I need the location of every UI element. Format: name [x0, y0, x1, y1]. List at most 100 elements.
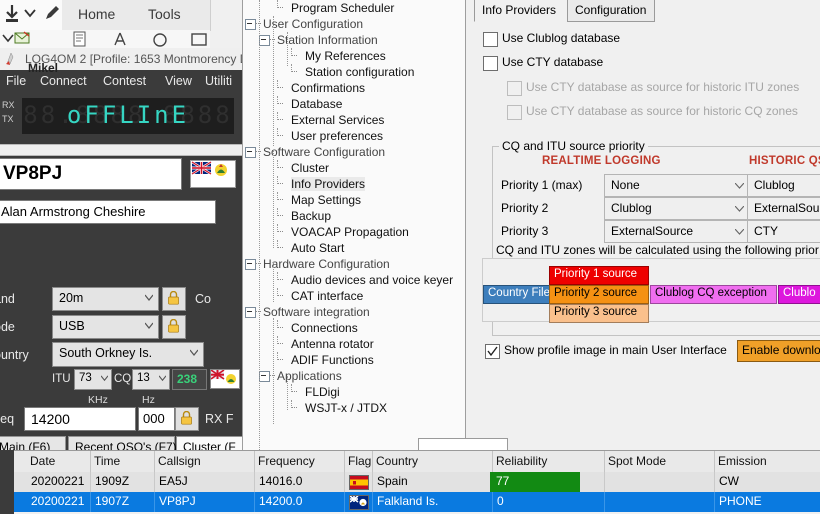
legend-chip: Priority 2 source — [549, 285, 649, 304]
tab-info-providers[interactable]: Info Providers — [474, 0, 572, 22]
tree-item-backup[interactable]: Backup — [243, 208, 463, 224]
group-title: CQ and ITU source priority — [499, 139, 648, 153]
tree-item-auto-start[interactable]: Auto Start — [243, 240, 463, 256]
tree-item-external-services[interactable]: External Services — [243, 112, 463, 128]
column-header[interactable]: Reliability — [496, 454, 547, 468]
menu-connect[interactable]: Connect — [40, 74, 87, 88]
column-header[interactable]: Frequency — [258, 454, 315, 468]
tree-item-label: Info Providers — [291, 177, 366, 191]
checkbox-box — [483, 56, 498, 71]
menu-file[interactable]: File — [6, 74, 26, 88]
tree-item-wsjt-x-jtdx[interactable]: WSJT-x / JTDX — [243, 400, 463, 416]
callsign-input[interactable]: VP8PJ — [0, 158, 182, 190]
column-divider — [254, 451, 255, 473]
tree-spine — [273, 318, 275, 424]
tree-connector — [291, 400, 293, 408]
menu-contest[interactable]: Contest — [103, 74, 146, 88]
tree-item-applications[interactable]: Applications — [243, 368, 463, 384]
tree-connector — [277, 336, 279, 344]
frequency-hz-input[interactable]: 000 — [138, 407, 175, 431]
tab-configuration[interactable]: Configuration — [567, 0, 655, 22]
column-header[interactable]: Emission — [718, 454, 767, 468]
band-combo[interactable]: 20m — [52, 287, 159, 311]
operator-name-input[interactable]: Alan Armstrong Cheshire — [0, 200, 216, 224]
tree-connector — [277, 80, 279, 88]
chevron-down-small-icon[interactable] — [2, 32, 14, 44]
tree-item-software-configuration[interactable]: Software Configuration — [243, 144, 463, 160]
tree-item-label: WSJT-x / JTDX — [305, 401, 387, 415]
priority-3-historic-combo[interactable]: CTY — [747, 220, 820, 243]
tree-item-info-providers[interactable]: Info Providers — [243, 176, 463, 192]
tree-item-connections[interactable]: Connections — [243, 320, 463, 336]
priority-2-realtime-value: Clublog — [611, 201, 652, 215]
column-header[interactable]: Flag — [348, 454, 371, 468]
column-header[interactable]: Callsign — [158, 454, 201, 468]
table-row[interactable]: 20200221 1907Z VP8PJ 14200.0 Falkland Is. 0 PH… — [14, 492, 820, 512]
tree-item-fldigi[interactable]: FLDigi — [243, 384, 463, 400]
tree-item-adif-functions[interactable]: ADIF Functions — [243, 352, 463, 368]
column-header[interactable]: Country — [376, 454, 418, 468]
tree-item-user-configuration[interactable]: User Configuration — [243, 16, 463, 32]
mode-combo[interactable]: USB — [52, 315, 159, 339]
mail-icon[interactable] — [14, 31, 30, 45]
band-lock-button[interactable] — [162, 287, 186, 311]
tree-item-user-preferences[interactable]: User preferences — [243, 128, 463, 144]
tree-item-audio-devices-and-voice-keyer[interactable]: Audio devices and voice keyer — [243, 272, 463, 288]
tree-spine — [273, 150, 275, 248]
tree-item-hardware-configuration[interactable]: Hardware Configuration — [243, 256, 463, 272]
reliability-badge: 77 — [490, 472, 580, 492]
priority-2-historic-combo[interactable]: ExternalSour — [747, 197, 820, 220]
priority-1-realtime-combo[interactable]: None — [604, 174, 751, 197]
tree-item-software-integration[interactable]: Software integration — [243, 304, 463, 320]
tab-home[interactable]: Home — [78, 6, 115, 22]
column-divider — [492, 451, 493, 473]
cq-combo[interactable]: 13 — [132, 369, 170, 390]
priority-1-historic-combo[interactable]: Clublog — [747, 174, 820, 197]
cell-divider — [604, 492, 605, 512]
tree-item-voacap-propagation[interactable]: VOACAP Propagation — [243, 224, 463, 240]
tree-item-my-references[interactable]: My References — [243, 48, 463, 64]
tree-item-confirmations[interactable]: Confirmations — [243, 80, 463, 96]
table-cell: 14200.0 — [259, 494, 303, 508]
download-icon[interactable] — [4, 4, 20, 24]
chevron-down-icon — [735, 229, 744, 235]
enable-download-button[interactable]: Enable downlo — [737, 340, 820, 362]
tree-item-cat-interface[interactable]: CAT interface — [243, 288, 463, 304]
tree-item-map-settings[interactable]: Map Settings — [243, 192, 463, 208]
tree-item-program-scheduler[interactable]: Program Scheduler — [243, 0, 463, 16]
text-tool-icon[interactable] — [112, 31, 128, 47]
column-header[interactable]: Spot Mode — [608, 454, 666, 468]
column-header[interactable]: Time — [94, 454, 120, 468]
menu-utilities[interactable]: Utiliti — [205, 74, 232, 88]
legend-chip-label: Priority 3 source — [554, 306, 638, 318]
note-tool-icon[interactable] — [190, 31, 208, 47]
tab-tools[interactable]: Tools — [148, 6, 181, 22]
grid-left-gutter — [0, 450, 14, 514]
priority-2-realtime-combo[interactable]: Clublog — [604, 197, 751, 220]
settings-tree-panel[interactable]: Program Scheduler User Configuration Stati… — [242, 0, 466, 459]
country-flag-small — [210, 369, 240, 389]
table-row[interactable]: 202002211909ZEA5J14016.0Spain77CWw3gq.no… — [14, 472, 820, 492]
tree-item-database[interactable]: Database — [243, 96, 463, 112]
country-combo[interactable]: South Orkney Is. — [52, 342, 204, 367]
pen-icon[interactable] — [44, 5, 60, 21]
tree-item-cluster[interactable]: Cluster — [243, 160, 463, 176]
itu-combo[interactable]: 73 — [74, 369, 112, 390]
tree-connector — [291, 48, 293, 56]
column-header[interactable]: Date — [30, 454, 55, 468]
table-cell: 1907Z — [95, 494, 130, 508]
file-icon[interactable] — [72, 31, 90, 47]
tree-item-station-information[interactable]: Station Information — [243, 32, 463, 48]
mode-lock-button[interactable] — [162, 315, 186, 339]
tree-item-label: Station configuration — [305, 65, 415, 79]
frequency-lock-button[interactable] — [175, 407, 199, 431]
column-divider — [90, 451, 91, 473]
circle-tool-icon[interactable] — [152, 31, 168, 47]
frequency-khz-input[interactable]: 14200 — [24, 407, 136, 431]
priority-3-realtime-combo[interactable]: ExternalSource — [604, 220, 751, 243]
menu-view[interactable]: View — [165, 74, 192, 88]
tree-item-antenna-rotator[interactable]: Antenna rotator — [243, 336, 463, 352]
callsign-value: VP8PJ — [3, 163, 63, 184]
tree-item-station-configuration[interactable]: Station configuration — [243, 64, 463, 80]
chevron-down-icon[interactable] — [24, 8, 36, 18]
